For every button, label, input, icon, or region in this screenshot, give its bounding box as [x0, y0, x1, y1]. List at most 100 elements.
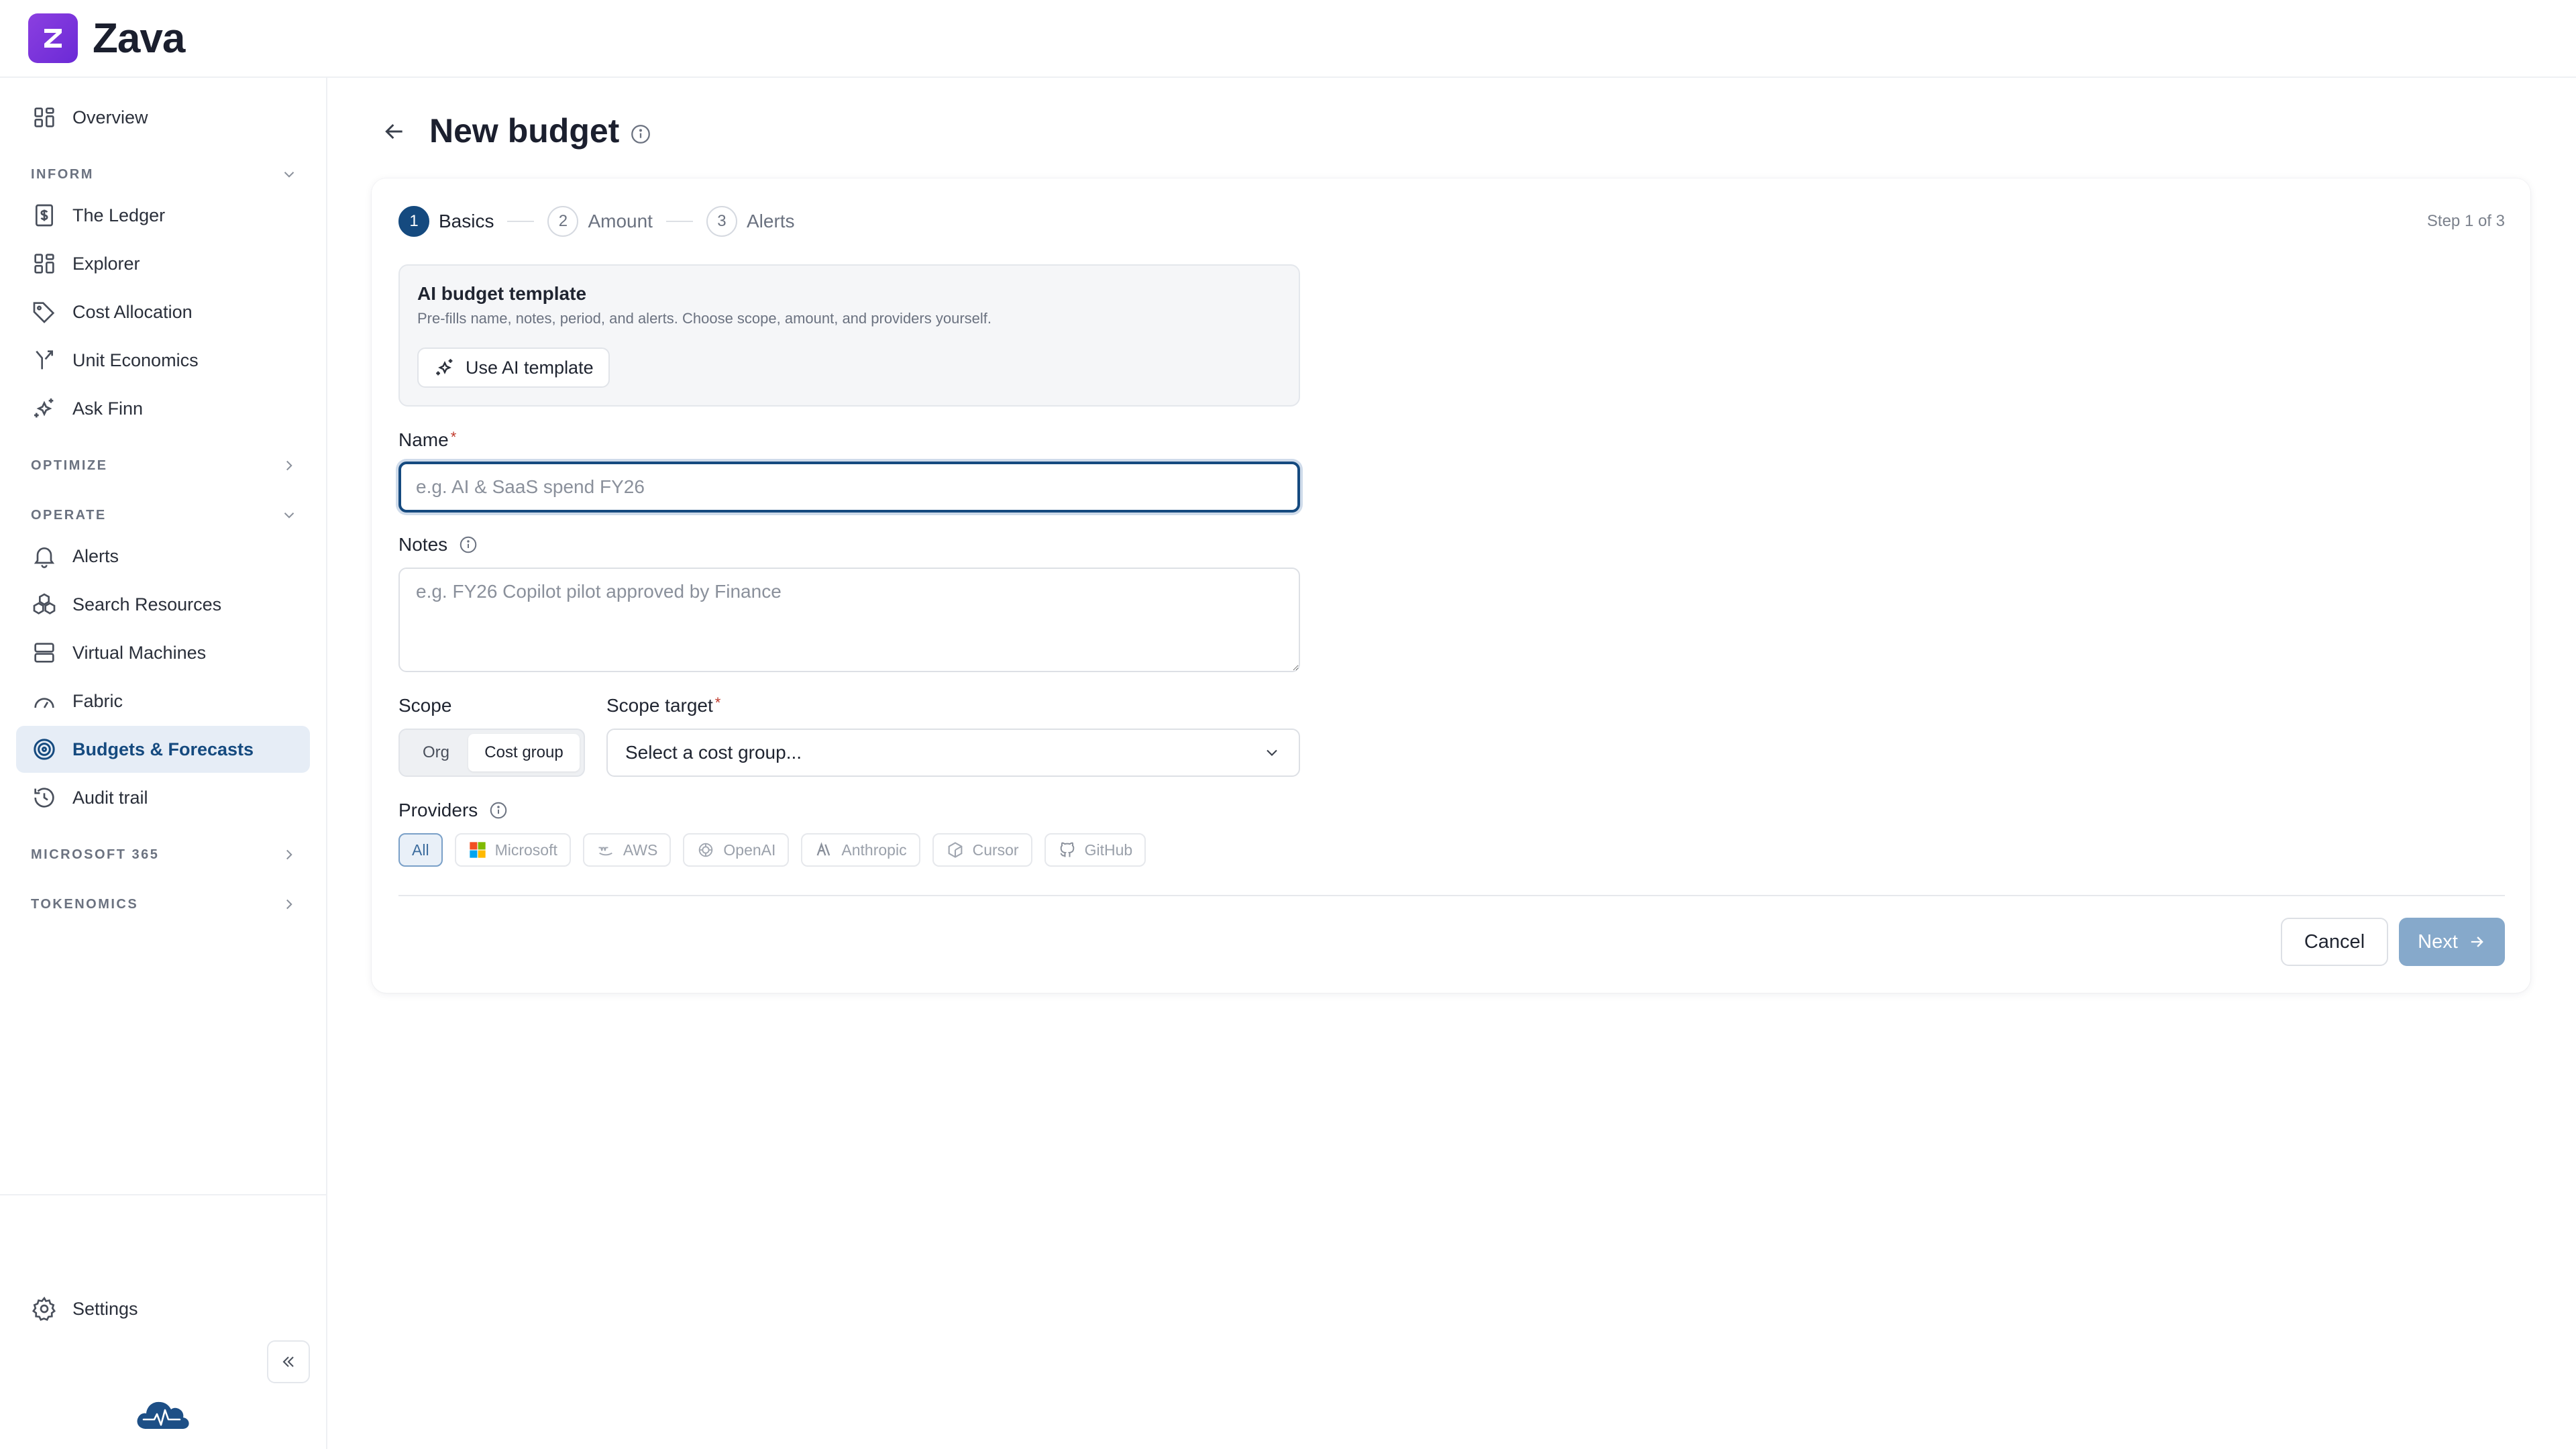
chevron-down-icon — [1267, 749, 1277, 756]
scope-option-cost-group[interactable]: Cost group — [468, 734, 580, 771]
info-icon[interactable] — [629, 123, 652, 146]
sidebar-item-label: Fabric — [72, 690, 123, 711]
provider-label: OpenAI — [723, 841, 776, 859]
step-2-number[interactable]: 2 — [547, 206, 579, 237]
sidebar-item-the-ledger[interactable]: The Ledger — [16, 192, 310, 239]
step-3-number[interactable]: 3 — [706, 206, 737, 237]
sidebar-item-label: Search Resources — [72, 594, 222, 614]
cancel-label: Cancel — [2304, 930, 2365, 953]
cloud-health-icon — [134, 1395, 191, 1432]
notes-label-text: Notes — [398, 534, 448, 555]
required-marker: * — [714, 694, 721, 711]
sidebar-item-fabric[interactable]: Fabric — [16, 678, 310, 724]
scope-option-org[interactable]: Org — [404, 734, 468, 771]
provider-chip-cursor[interactable]: Cursor — [932, 833, 1032, 867]
section-label: INFORM — [31, 166, 94, 182]
sidebar-item-explorer[interactable]: Explorer — [16, 240, 310, 287]
notes-label: Notes — [398, 534, 478, 555]
server-icon — [34, 643, 54, 663]
scope-target-select[interactable]: Select a cost group... — [606, 729, 1300, 777]
back-arrow-icon[interactable] — [381, 118, 408, 145]
bell-icon — [34, 547, 55, 568]
openai-icon — [699, 843, 713, 857]
section-tokenomics[interactable]: TOKENOMICS — [31, 891, 298, 918]
scope-label-text: Scope — [398, 695, 452, 716]
section-inform[interactable]: INFORM — [31, 161, 298, 188]
chevron-right-icon — [286, 460, 292, 471]
form-divider — [398, 895, 2505, 896]
section-label: TOKENOMICS — [31, 896, 139, 912]
sparkle-icon — [34, 398, 54, 418]
sidebar-item-overview[interactable]: Overview — [16, 94, 310, 141]
sidebar-item-search-resources[interactable]: Search Resources — [16, 581, 310, 628]
history-icon — [34, 788, 54, 808]
ai-template-description: Pre-fills name, notes, period, and alert… — [417, 310, 992, 327]
providers-label-text: Providers — [398, 800, 478, 820]
providers-chip-group: All Microsoft AWS OpenAI Anthropic Curso… — [398, 833, 1158, 867]
section-label: OPTIMIZE — [31, 458, 108, 473]
provider-label: Microsoft — [494, 841, 557, 859]
fork-icon — [36, 350, 53, 370]
provider-chip-all[interactable]: All — [398, 833, 443, 867]
use-ai-template-button[interactable]: Use AI template — [417, 347, 610, 388]
scope-target-value: Select a cost group... — [625, 742, 802, 763]
step-3-label[interactable]: Alerts — [747, 211, 795, 232]
section-operate[interactable]: OPERATE — [31, 502, 298, 529]
step-count: Step 1 of 3 — [2426, 212, 2505, 230]
notes-textarea[interactable] — [398, 568, 1300, 672]
section-optimize[interactable]: OPTIMIZE — [31, 452, 298, 479]
grid-icon — [34, 254, 54, 274]
sidebar-item-alerts[interactable]: Alerts — [16, 533, 310, 580]
github-icon — [1060, 842, 1074, 857]
section-microsoft-365[interactable]: MICROSOFT 365 — [31, 841, 298, 868]
sidebar-item-audit-trail[interactable]: Audit trail — [16, 774, 310, 821]
sidebar-item-unit-economics[interactable]: Unit Economics — [16, 337, 310, 384]
provider-chip-aws[interactable]: AWS — [582, 833, 672, 867]
app-name: Zava — [93, 15, 185, 62]
step-connector — [507, 221, 535, 222]
sidebar-item-label: Unit Economics — [72, 350, 199, 370]
section-label: MICROSOFT 365 — [31, 847, 160, 862]
target-icon — [34, 739, 55, 760]
name-input[interactable] — [398, 462, 1300, 513]
page-title: New budget — [429, 112, 620, 150]
sidebar-item-virtual-machines[interactable]: Virtual Machines — [16, 629, 310, 676]
sidebar-item-label: Ask Finn — [72, 398, 144, 419]
step-1-number[interactable]: 1 — [398, 206, 429, 237]
chevron-down-icon — [284, 513, 294, 519]
ai-template-title: AI budget template — [417, 283, 587, 304]
provider-label: Cursor — [972, 841, 1019, 859]
cubes-icon — [33, 593, 56, 614]
step-1-label[interactable]: Basics — [439, 211, 494, 232]
sidebar-item-budgets-forecasts[interactable]: Budgets & Forecasts — [16, 726, 310, 773]
sidebar-item-settings[interactable]: Settings — [16, 1285, 310, 1332]
gauge-icon — [34, 698, 54, 708]
provider-chip-anthropic[interactable]: Anthropic — [801, 833, 920, 867]
provider-chip-github[interactable]: GitHub — [1044, 833, 1146, 867]
sidebar-item-label: Audit trail — [72, 787, 148, 808]
collapse-sidebar-button[interactable] — [267, 1340, 310, 1383]
provider-label: All — [412, 841, 429, 859]
required-marker: * — [450, 429, 457, 445]
name-label-text: Name — [398, 429, 449, 450]
step-2-label[interactable]: Amount — [588, 211, 653, 232]
ai-template-panel: AI budget template Pre-fills name, notes… — [398, 264, 1300, 407]
stepper: 1 Basics 2 Amount 3 Alerts — [398, 205, 795, 237]
sidebar-item-label: Budgets & Forecasts — [72, 739, 254, 759]
provider-chip-microsoft[interactable]: Microsoft — [454, 833, 571, 867]
sidebar-item-ask-finn[interactable]: Ask Finn — [16, 385, 310, 432]
cancel-button[interactable]: Cancel — [2281, 918, 2388, 966]
info-icon[interactable] — [488, 800, 508, 820]
next-button[interactable]: Next — [2399, 918, 2505, 966]
sidebar-item-label: Cost Allocation — [72, 301, 193, 322]
info-icon[interactable] — [458, 535, 478, 555]
app-logo[interactable]: Zava — [28, 13, 185, 63]
sparkle-icon — [436, 359, 453, 376]
sidebar-item-cost-allocation[interactable]: Cost Allocation — [16, 288, 310, 335]
chevron-right-icon — [286, 849, 292, 860]
sidebar-item-label: Settings — [72, 1298, 138, 1319]
tag-icon — [33, 302, 55, 323]
sidebar-item-label: Explorer — [72, 253, 140, 274]
sidebar-item-label: Overview — [72, 107, 148, 127]
provider-chip-openai[interactable]: OpenAI — [683, 833, 790, 867]
